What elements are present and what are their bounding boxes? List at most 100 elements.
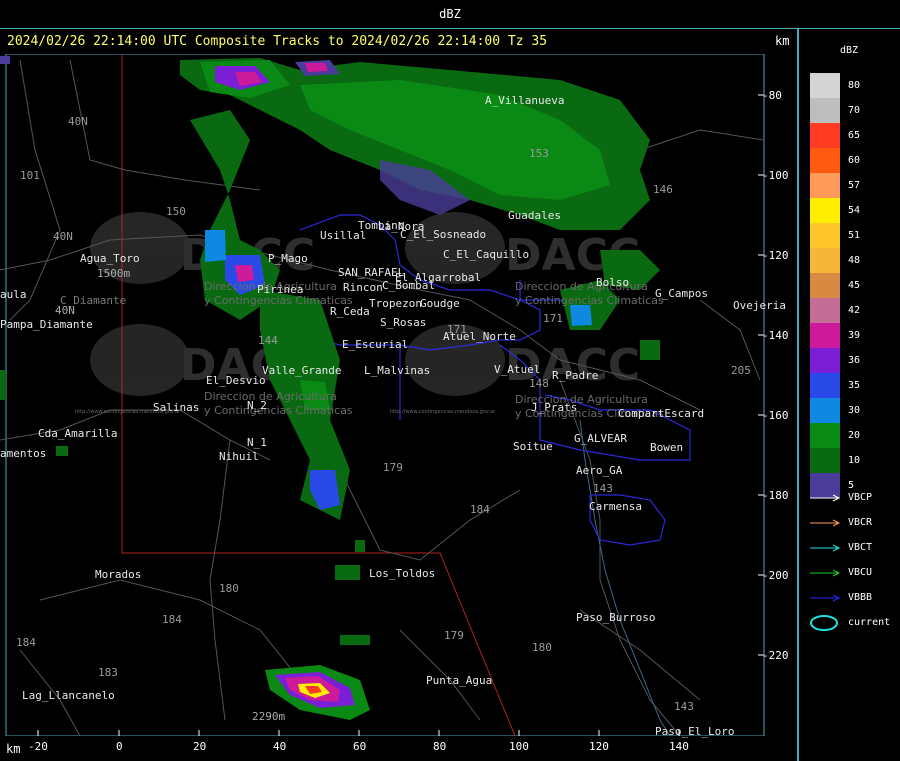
place-label: Valle_Grande (262, 364, 342, 377)
place-label: Bolso (596, 276, 630, 289)
route-label: 143 (593, 482, 613, 495)
track-label-VBBB: VBBB (848, 592, 873, 603)
track-label-current: current (848, 617, 891, 628)
place-label: Agua_Toro (80, 252, 140, 265)
legend-level-label: 42 (848, 305, 861, 316)
place-label: Morados (95, 568, 142, 581)
y-tick-label: -200 (762, 569, 789, 582)
legend-swatch-42 (810, 298, 840, 323)
place-label: R_Ceda (330, 305, 370, 318)
place-label: aula (0, 288, 27, 301)
place-label: N_1 (247, 436, 267, 449)
legend-level-label: 70 (848, 105, 861, 116)
place-label: Tropezon (369, 297, 422, 310)
track-label-VBCT: VBCT (848, 542, 873, 553)
y-tick-label: -120 (762, 249, 789, 262)
place-label: Los_Toldos (369, 567, 436, 580)
route-label: 184 (470, 503, 490, 516)
legend-swatch-39 (810, 323, 840, 348)
x-tick-label: 100 (509, 740, 529, 753)
y-tick-label: -180 (762, 489, 789, 502)
wm-line2-a: y Contingencias Climaticas (204, 404, 353, 417)
place-label: E_Escurial (342, 338, 409, 351)
place-label: El_Desvio (206, 374, 266, 387)
legend-level-label: 35 (848, 380, 861, 391)
place-label: J_Prats (531, 401, 578, 414)
title-bar: dBZ (0, 0, 900, 28)
place-label: Soitue (513, 440, 553, 453)
route-label: 101 (20, 169, 40, 182)
legend-swatch-20 (810, 423, 840, 448)
place-label: 2290m (252, 710, 286, 723)
route-label: 180 (219, 582, 239, 595)
place-label: Nihuil (219, 450, 259, 463)
place-label: G_ALVEAR (574, 432, 627, 445)
legend-title: dBZ (840, 45, 859, 56)
place-label: Aero_GA (576, 464, 623, 477)
place-label: A_Villanueva (485, 94, 565, 107)
x-tick-label: 80 (433, 740, 447, 753)
legend-level-label: 80 (848, 80, 861, 91)
y-tick-label: -100 (762, 169, 789, 182)
x-tick-label: 20 (193, 740, 207, 753)
wm-url-b: http://www.contingencias.mendoza.gov.ar (390, 409, 496, 415)
place-label: Carmensa (589, 500, 642, 513)
x-tick-label: 40 (273, 740, 287, 753)
place-label: Goudge (420, 297, 460, 310)
route-label: 150 (166, 205, 186, 218)
legend-level-label: 57 (848, 180, 861, 191)
legend-swatch-65 (810, 123, 840, 148)
route-label: 179 (383, 461, 403, 474)
route-label: 143 (674, 700, 694, 713)
place-label: V_Atuel (494, 363, 541, 376)
radar-map[interactable]: DACC DACC DACC DACC (0, 54, 797, 736)
place-label: Cda_Amarilla (38, 427, 118, 440)
radar-map-svg: DACC DACC DACC DACC (0, 54, 797, 736)
km-unit-bottom: km (6, 742, 21, 756)
route-label: 205 (731, 364, 751, 377)
x-tick-label: 0 (116, 740, 123, 753)
legend-swatch-60 (810, 148, 840, 173)
wm-line1-a: Direccion de Agricultura (204, 390, 337, 403)
product-label: dBZ (439, 7, 461, 21)
place-label: Paso_El_Loro (655, 725, 735, 738)
place-label: Paso_Burroso (576, 611, 656, 624)
place-label: C_El_Caquillo (443, 248, 530, 261)
place-label: Tombino (358, 219, 405, 232)
x-tick-label: 140 (669, 740, 689, 753)
place-label: amentos (0, 447, 47, 460)
wm-line2-d: y Contingencias Climaticas (515, 294, 664, 307)
y-tick-label: -160 (762, 409, 789, 422)
legend-level-label: 45 (848, 280, 861, 291)
place-label: Guadales (508, 209, 561, 222)
place-label: Pirinea (257, 283, 304, 296)
place-label: Salinas (153, 401, 200, 414)
route-label: 153 (529, 147, 549, 160)
place-label: 1500m (97, 267, 131, 280)
y-tick-label: -220 (762, 649, 789, 662)
route-label: 171 (447, 323, 467, 336)
route-label: 40N (68, 115, 88, 128)
route-label: 40N (53, 230, 73, 243)
legend-level-label: 65 (848, 130, 861, 141)
place-label: Ovejeria (733, 299, 786, 312)
legend-level-label: 48 (848, 255, 861, 266)
route-label: 184 (16, 636, 36, 649)
y-tick-label: -140 (762, 329, 789, 342)
place-label: S_Rosas (380, 316, 427, 329)
track-label-VBCP: VBCP (848, 492, 873, 503)
legend-level-label: 54 (848, 205, 861, 216)
legend-swatch-45 (810, 273, 840, 298)
legend-level-label: 20 (848, 430, 861, 441)
legend-level-label: 51 (848, 230, 861, 241)
legend-swatch-30 (810, 398, 840, 423)
legend-level-label: 10 (848, 455, 861, 466)
route-label: 184 (162, 613, 182, 626)
place-label: N_2 (247, 399, 267, 412)
track-legend-arrows (810, 494, 841, 631)
place-label: C_El_Sosneado (400, 228, 487, 241)
km-unit-top: km (775, 34, 790, 48)
place-label: P_Mago (268, 252, 308, 265)
legend-level-label: 60 (848, 155, 861, 166)
route-label: 179 (444, 629, 464, 642)
